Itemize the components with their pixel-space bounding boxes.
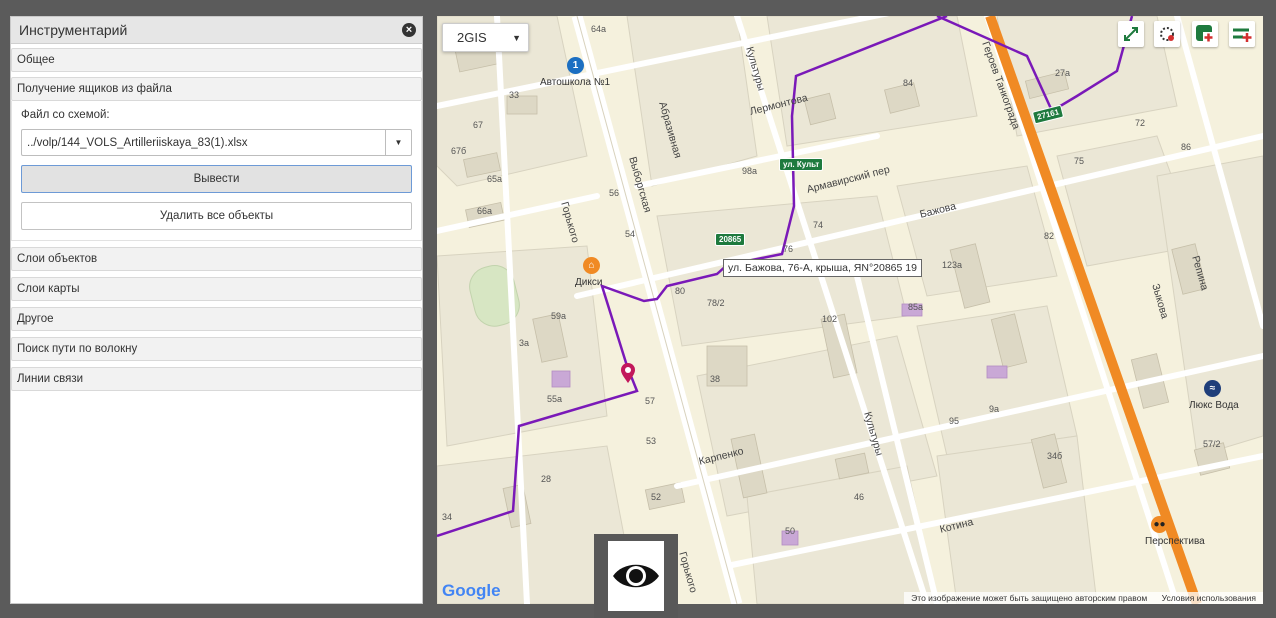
map-type-select[interactable]: 2GIS ▼ (442, 23, 529, 52)
fullscreen-icon[interactable] (1118, 21, 1144, 47)
section-fiber-path: Поиск пути по волокну (11, 337, 422, 361)
section-general-header[interactable]: Общее (11, 48, 422, 72)
house-number: 34б (1047, 451, 1063, 461)
house-number: 64а (591, 24, 607, 34)
house-number: 72 (1135, 118, 1146, 128)
house-number: 98а (742, 166, 758, 176)
house-number: 86 (1181, 142, 1192, 152)
poi-autoschool: Автошкола №1 (540, 77, 611, 88)
file-label: Файл со схемой: (21, 109, 110, 121)
section-general: Общее (11, 48, 422, 72)
house-number: 52 (651, 492, 662, 502)
house-number: 28 (541, 474, 552, 484)
chevron-down-icon: ▼ (512, 32, 521, 43)
house-number: 54 (625, 229, 636, 239)
add-line-icon[interactable] (1229, 21, 1255, 47)
house-number: 57 (645, 396, 656, 406)
water-icon[interactable]: ≈ (1204, 380, 1221, 397)
bus-stop-20865[interactable]: 20865 (715, 233, 746, 246)
section-map-layers: Слои карты (11, 277, 422, 301)
google-logo: Google (442, 581, 501, 601)
shop-icon[interactable]: ⌂ (583, 257, 600, 274)
house-number: 38 (710, 374, 721, 384)
house-number: 57/2 (1203, 439, 1221, 449)
section-fiber-path-header[interactable]: Поиск пути по волокну (11, 337, 422, 361)
house-number: 67б (451, 146, 467, 156)
location-pin-icon[interactable] (620, 362, 636, 384)
house-number: 34 (442, 512, 453, 522)
house-number: 59а (551, 311, 567, 321)
glasses-icon[interactable]: ●● (1151, 516, 1168, 533)
house-number: 82 (1044, 231, 1055, 241)
house-number: 46 (854, 492, 865, 502)
google-logo-text: Google (442, 581, 501, 600)
panel-title: Инструментарий (19, 22, 128, 38)
section-load-boxes: Получение ящиков из файла Файл со схемой… (11, 77, 422, 241)
panel-header: Инструментарий × (11, 17, 422, 44)
house-number: 27а (1055, 68, 1071, 78)
section-object-layers-header[interactable]: Слои объектов (11, 247, 422, 271)
house-number: 67 (473, 120, 484, 130)
house-number: 66а (477, 206, 493, 216)
view-toggle-button[interactable] (594, 534, 678, 618)
file-select-value: ../volp/144_VOLS_Artilleriiskaya_83(1).x… (27, 136, 248, 149)
house-number: 53 (646, 436, 657, 446)
house-number: 78/2 (707, 298, 725, 308)
delete-all-button[interactable]: Удалить все объекты (21, 202, 412, 230)
copyright-notice: Это изображение может быть защищено авто… (911, 593, 1148, 603)
tools-panel: Инструментарий × Общее Получение ящиков … (10, 16, 423, 604)
house-number: 76 (783, 244, 794, 254)
house-number: 50 (785, 526, 796, 536)
poi-perspektiva: Перспектива (1145, 536, 1205, 547)
autoschool-icon[interactable]: 1 (567, 57, 584, 74)
add-object-icon[interactable] (1192, 21, 1218, 47)
chevron-down-icon[interactable]: ▼ (385, 130, 411, 155)
select-area-icon[interactable] (1154, 21, 1180, 47)
bus-stop-kultury[interactable]: ул. Культ (779, 158, 824, 171)
output-button[interactable]: Вывести (21, 165, 412, 193)
map-canvas[interactable]: 2GIS ▼ Горького Горького Выборгская Абра… (437, 16, 1263, 604)
house-number: 9а (989, 404, 1000, 414)
map-type-value: 2GIS (457, 30, 487, 45)
house-number: 33 (509, 90, 520, 100)
section-load-boxes-body: Файл со схемой: ../volp/144_VOLS_Artille… (11, 101, 422, 241)
map-roads (437, 16, 1263, 604)
house-number: 123а (942, 260, 963, 270)
poi-lux-voda: Люкс Вода (1189, 400, 1239, 411)
object-tooltip: ул. Бажова, 76-А, крыша, ЯN°20865 19 (723, 259, 922, 277)
house-number: 75 (1074, 156, 1085, 166)
house-number: 84 (903, 78, 914, 88)
house-number: 80 (675, 286, 686, 296)
section-links-header[interactable]: Линии связи (11, 367, 422, 391)
eye-container (608, 541, 664, 611)
section-object-layers: Слои объектов (11, 247, 422, 271)
house-number: 102 (822, 314, 838, 324)
eye-icon (613, 564, 659, 588)
terms-link[interactable]: Условия использования (1162, 593, 1256, 603)
close-icon[interactable]: × (402, 23, 416, 37)
house-number: 74 (813, 220, 824, 230)
section-other-header[interactable]: Другое (11, 307, 422, 331)
section-map-layers-header[interactable]: Слои карты (11, 277, 422, 301)
section-links: Линии связи (11, 367, 422, 391)
poi-diksi: Дикси (575, 277, 603, 288)
file-select[interactable]: ../volp/144_VOLS_Artilleriiskaya_83(1).x… (21, 129, 412, 156)
house-number: 95 (949, 416, 960, 426)
map-attribution: Это изображение может быть защищено авто… (904, 592, 1263, 604)
house-number: 56 (609, 188, 620, 198)
section-load-boxes-header[interactable]: Получение ящиков из файла (11, 77, 422, 101)
section-other: Другое (11, 307, 422, 331)
house-number: 55а (547, 394, 563, 404)
house-number: 85а (908, 302, 924, 312)
house-number: 3а (519, 338, 530, 348)
house-number: 65а (487, 174, 503, 184)
